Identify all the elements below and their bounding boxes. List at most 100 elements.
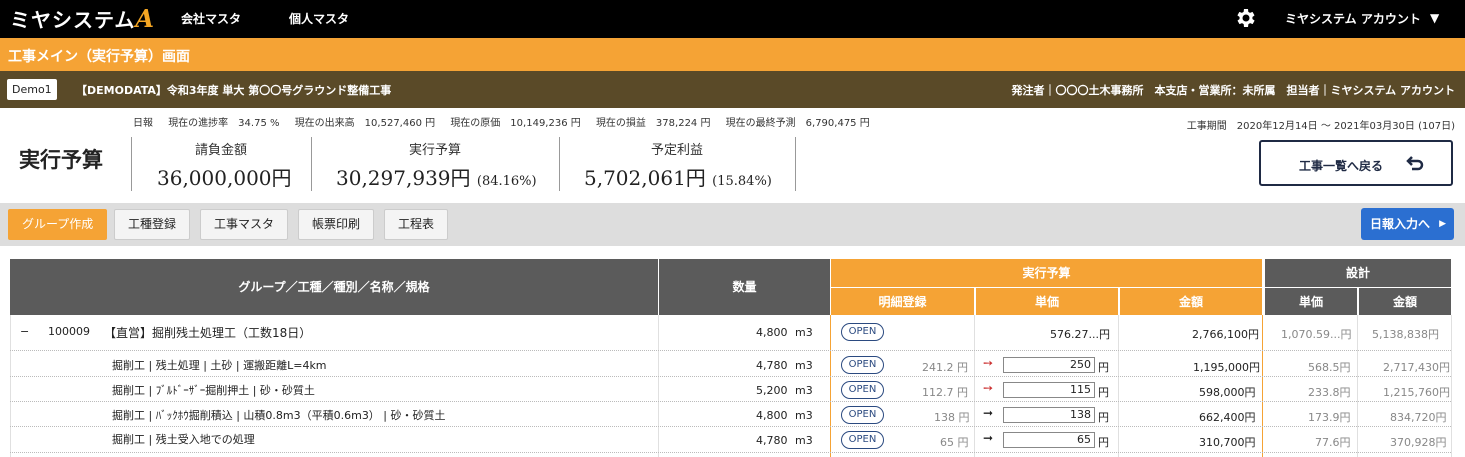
row-design-unit: 77.6円 — [1315, 436, 1351, 449]
back-to-list-button[interactable]: 工事一覧へ戻る — [1259, 140, 1453, 186]
yen-label: 円 — [1098, 436, 1109, 449]
top-bar: ミヤシステムA 会社マスタ 個人マスタ ミヤシステム アカウント ▼ — [0, 0, 1465, 38]
header-design-unit: 単価 — [1265, 287, 1357, 315]
column-border — [974, 315, 975, 457]
row-unit: m3 — [795, 409, 813, 422]
row-divider — [10, 376, 1451, 377]
back-button-label: 工事一覧へ戻る — [1299, 159, 1384, 173]
unit-price-input[interactable]: 138 — [1003, 407, 1095, 423]
row-design-unit: 173.9円 — [1308, 411, 1351, 424]
project-bar: Demo1 【DEMODATA】令和3年度 単大 第〇〇号グラウンド整備工事 発… — [0, 71, 1465, 108]
column-border — [1357, 315, 1358, 457]
row-detail-price: 241.2 円 — [922, 361, 968, 374]
contract-label: 請負金額 — [194, 143, 247, 158]
unit-price-input[interactable]: 250 — [1003, 357, 1095, 373]
profit-value: 5,702,061円 (15.84%) — [584, 166, 772, 190]
row-qty: 4,780 — [756, 359, 788, 372]
column-border — [1262, 315, 1263, 457]
row-name[interactable]: 掘削工 | ﾌﾞﾙﾄﾞｰｻﾞｰ掘削押土 | 砂・砂質土 — [112, 382, 315, 398]
row-divider — [10, 452, 1451, 453]
arrow-right-icon[interactable]: ➙ — [983, 381, 993, 395]
header-amount: 金額 — [1119, 287, 1262, 315]
header-name: グループ／工種／種別／名称／規格 — [10, 259, 658, 315]
stat-final-forecast: 現在の最終予測 6,790,475 円 — [725, 118, 870, 129]
chevron-down-icon[interactable]: ▼ — [1430, 11, 1439, 25]
budget-value: 30,297,939円 (84.16%) — [336, 166, 537, 190]
row-divider — [10, 401, 1451, 402]
row-amount: 662,400円 — [1199, 411, 1256, 424]
profit-label: 予定利益 — [650, 143, 703, 158]
arrow-right-icon[interactable]: ➞ — [983, 406, 993, 420]
chevron-right-icon: ▶ — [1439, 219, 1446, 229]
stat-output: 現在の出来高 10,527,460 円 — [294, 118, 436, 129]
column-border — [1118, 315, 1119, 457]
return-arrow-icon — [1406, 156, 1424, 171]
column-border — [830, 315, 831, 457]
gear-icon[interactable] — [1234, 6, 1258, 30]
contract-value: 36,000,000円 — [157, 166, 292, 190]
row-name[interactable]: 掘削工 | 残土受入地での処理 — [112, 431, 255, 447]
group-amount: 2,766,100円 — [1192, 328, 1259, 341]
construction-period: 工事期間 2020年12月14日 〜 2021年03月30日 (107日) — [1186, 121, 1455, 132]
nav-personal-master[interactable]: 個人マスタ — [289, 10, 349, 27]
group-design-amount: 5,138,838円 — [1372, 328, 1439, 341]
nav-company-master[interactable]: 会社マスタ — [181, 10, 241, 27]
column-border — [10, 315, 11, 457]
column-border — [1451, 315, 1452, 457]
open-button[interactable]: OPEN — [841, 323, 884, 341]
yen-label: 円 — [1098, 361, 1109, 374]
create-group-button[interactable]: グループ作成 — [8, 209, 108, 240]
daily-report-button[interactable]: 日報入力へ ▶ — [1361, 208, 1454, 240]
row-design-amount: 2,717,430円 — [1383, 361, 1450, 374]
arrow-right-icon[interactable]: ➙ — [983, 356, 993, 370]
row-divider — [10, 350, 1451, 351]
stat-daily[interactable]: 日報 — [133, 118, 153, 129]
stat-profit-loss: 現在の損益 378,224 円 — [595, 118, 711, 129]
open-button[interactable]: OPEN — [841, 406, 884, 424]
logo-text: ミヤシステム — [10, 8, 136, 32]
print-forms-button[interactable]: 帳票印刷 — [298, 209, 375, 240]
work-master-button[interactable]: 工事マスタ — [200, 209, 289, 240]
app-logo[interactable]: ミヤシステムA — [10, 4, 155, 33]
logo-accent: A — [135, 4, 156, 33]
summary-title: 実行予算 — [19, 147, 103, 172]
register-work-type-button[interactable]: 工種登録 — [114, 209, 191, 240]
header-design-amount: 金額 — [1358, 287, 1451, 315]
row-divider — [10, 426, 1451, 427]
group-unit: m3 — [795, 326, 813, 339]
row-design-amount: 370,928円 — [1390, 436, 1447, 449]
column-border — [658, 315, 659, 457]
unit-price-input[interactable]: 65 — [1003, 432, 1095, 448]
header-design-group: 設計 — [1265, 259, 1451, 287]
stat-progress: 現在の進捗率 34.75 % — [168, 118, 280, 129]
row-design-unit: 568.5円 — [1308, 361, 1351, 374]
open-button[interactable]: OPEN — [841, 356, 884, 374]
project-info: 発注者｜〇〇〇土木事務所 本支店・営業所：未所属 担当者｜ミヤシステム アカウン… — [1011, 84, 1456, 97]
group-unit-price: 576.27...円 — [1050, 328, 1110, 341]
daily-report-label: 日報入力へ — [1370, 217, 1431, 231]
row-design-amount: 834,720円 — [1390, 411, 1447, 424]
row-name[interactable]: 掘削工 | 残土処理 | 土砂 | 運搬距離L=4km — [112, 357, 327, 373]
group-code: 100009 — [48, 325, 90, 338]
row-design-amount: 1,215,760円 — [1383, 386, 1450, 399]
row-name[interactable]: 掘削工 | ﾊﾞｯｸﾎｳ掘削積込 | 山積0.8m3（平積0.6m3） | 砂・… — [112, 407, 446, 423]
group-qty: 4,800 — [756, 326, 788, 339]
divider — [795, 137, 796, 191]
open-button[interactable]: OPEN — [841, 381, 884, 399]
row-unit: m3 — [795, 434, 813, 447]
arrow-right-icon[interactable]: ➞ — [983, 431, 993, 445]
row-amount: 1,195,000円 — [1193, 361, 1260, 374]
row-detail-price: 138 円 — [934, 411, 970, 424]
collapse-toggle[interactable]: − — [20, 325, 29, 338]
group-design-unit: 1,070.59...円 — [1281, 328, 1352, 341]
row-unit: m3 — [795, 384, 813, 397]
unit-price-input[interactable]: 115 — [1003, 382, 1095, 398]
row-qty: 4,780 — [756, 434, 788, 447]
schedule-button[interactable]: 工程表 — [384, 209, 449, 240]
screen-title: 工事メイン（実行予算）画面 — [8, 49, 190, 65]
group-name[interactable]: 【直営】掘削残土処理工（工数18日） — [104, 324, 311, 341]
row-design-unit: 233.8円 — [1308, 386, 1351, 399]
account-menu[interactable]: ミヤシステム アカウント — [1285, 10, 1421, 27]
action-toolbar: グループ作成 工種登録 工事マスタ 帳票印刷 工程表 日報入力へ ▶ — [0, 203, 1465, 246]
open-button[interactable]: OPEN — [841, 431, 884, 449]
